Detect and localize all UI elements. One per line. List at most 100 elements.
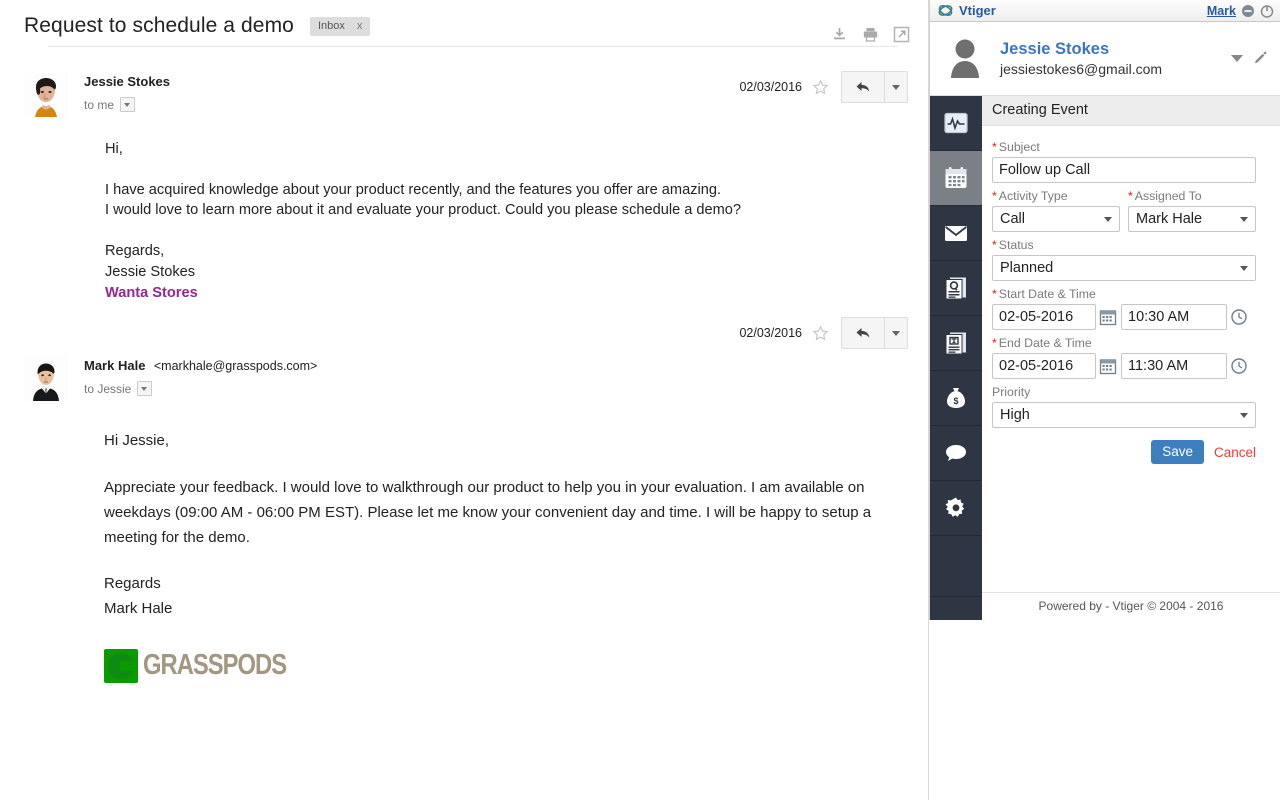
sidebar-item-documents[interactable] bbox=[930, 316, 982, 371]
more-options-button[interactable] bbox=[885, 318, 907, 348]
download-icon[interactable] bbox=[831, 26, 848, 43]
recipient-text: to me bbox=[84, 97, 115, 112]
reply-button[interactable] bbox=[842, 318, 884, 348]
label-text: Inbox bbox=[317, 19, 345, 32]
sidebar-item-settings[interactable] bbox=[930, 481, 982, 536]
remove-label-icon[interactable]: x bbox=[357, 20, 363, 32]
greeting: Hi Jessie, bbox=[104, 432, 170, 450]
sender-name: Mark Hale bbox=[84, 358, 146, 374]
message-2: Mark Hale <markhale@grasspods.com> to Je… bbox=[0, 303, 928, 689]
recipient-line[interactable]: to me bbox=[84, 97, 170, 112]
subject-input[interactable] bbox=[992, 157, 1256, 183]
vtiger-footer: Powered by - Vtiger © 2004 - 2016 bbox=[982, 592, 1280, 620]
clock-icon[interactable] bbox=[1230, 308, 1248, 326]
calendar-icon[interactable] bbox=[1099, 357, 1117, 375]
label-text: Subject bbox=[998, 140, 1040, 154]
message-actions: 02/03/2016 bbox=[739, 71, 908, 103]
clock-icon[interactable] bbox=[1230, 357, 1248, 375]
contact-name: Jessie Stokes bbox=[1000, 40, 1110, 59]
reply-button-group bbox=[841, 71, 908, 103]
edit-pencil-icon[interactable] bbox=[1253, 51, 1268, 66]
grasspods-logo-icon bbox=[104, 648, 138, 683]
message-date: 02/03/2016 bbox=[739, 80, 802, 94]
screen: Request to schedule a demo Inbox x Jessi… bbox=[0, 0, 1280, 800]
section-title: Creating Event bbox=[982, 96, 1280, 126]
activity-type-label: * Activity Type bbox=[992, 189, 1120, 203]
calendar-icon[interactable] bbox=[1099, 308, 1117, 326]
priority-select[interactable]: High bbox=[992, 402, 1256, 428]
message-actions: 02/03/2016 bbox=[739, 317, 908, 350]
sender-email: <markhale@grasspods.com> bbox=[153, 359, 318, 374]
assigned-to-select[interactable]: Mark Hale bbox=[1128, 206, 1256, 232]
sidebar-item-money-bag[interactable]: $ bbox=[930, 371, 982, 426]
required-marker: * bbox=[992, 238, 997, 252]
selected-value: Planned bbox=[1000, 260, 1054, 276]
end-time-input[interactable] bbox=[1121, 353, 1227, 379]
chevron-down-icon[interactable] bbox=[1231, 55, 1243, 62]
company-logo: GRASSPODS bbox=[104, 642, 888, 690]
sidebar-item-activity[interactable] bbox=[930, 96, 982, 151]
cancel-button[interactable]: Cancel bbox=[1214, 445, 1256, 460]
email-header: Request to schedule a demo Inbox x bbox=[0, 0, 928, 57]
minimize-icon[interactable] bbox=[1241, 4, 1255, 18]
end-date-input[interactable] bbox=[992, 353, 1096, 379]
recipient-text: to Jessie bbox=[84, 381, 132, 396]
required-marker: * bbox=[992, 336, 997, 350]
chevron-down-icon[interactable] bbox=[137, 381, 153, 397]
sidebar-item-calendar[interactable] bbox=[930, 151, 982, 206]
paragraph-1: I have acquired knowledge about your pro… bbox=[105, 181, 722, 198]
start-date-input[interactable] bbox=[992, 304, 1096, 330]
signature-name: Mark Hale bbox=[104, 600, 173, 618]
assigned-to-label: * Assigned To bbox=[1128, 189, 1256, 203]
reply-button[interactable] bbox=[842, 72, 884, 102]
recipient-line[interactable]: to Jessie bbox=[84, 381, 317, 397]
sidebar-item-mail[interactable] bbox=[930, 206, 982, 261]
vtiger-sidebar: $ bbox=[930, 96, 982, 620]
form-actions: Save Cancel bbox=[992, 440, 1256, 464]
vtiger-widget: Vtiger Mark Jessie Stokes jessiestokes6@… bbox=[929, 0, 1280, 620]
sidebar-item-comment[interactable] bbox=[930, 426, 982, 481]
status-label: * Status bbox=[992, 238, 1256, 252]
required-marker: * bbox=[992, 287, 997, 301]
selected-value: Mark Hale bbox=[1136, 211, 1203, 227]
vtiger-titlebar: Vtiger Mark bbox=[930, 0, 1280, 22]
required-marker: * bbox=[1128, 189, 1133, 203]
save-button[interactable]: Save bbox=[1151, 440, 1204, 464]
power-icon[interactable] bbox=[1260, 4, 1274, 18]
svg-text:$: $ bbox=[953, 396, 958, 406]
inbox-label-chip[interactable]: Inbox x bbox=[309, 16, 371, 36]
priority-label: Priority bbox=[992, 385, 1031, 399]
paragraph-1: Appreciate your feedback. I would love t… bbox=[104, 479, 872, 546]
open-in-new-window-icon[interactable] bbox=[893, 26, 910, 43]
star-icon[interactable] bbox=[812, 325, 829, 342]
chevron-down-icon[interactable] bbox=[120, 97, 136, 112]
print-icon[interactable] bbox=[862, 26, 879, 43]
email-pane: Request to schedule a demo Inbox x Jessi… bbox=[0, 0, 929, 800]
start-time-input[interactable] bbox=[1121, 304, 1227, 330]
message-date: 02/03/2016 bbox=[739, 326, 802, 341]
event-form: *Subject *Activity Type Call bbox=[982, 126, 1280, 592]
signature-name: Jessie Stokes bbox=[105, 263, 196, 280]
label-text: End Date & Time bbox=[998, 336, 1092, 350]
subject-label: * Subject bbox=[992, 140, 1256, 154]
sidebar-item-contacts[interactable] bbox=[930, 261, 982, 316]
sender-name: Jessie Stokes bbox=[84, 74, 171, 89]
avatar bbox=[24, 73, 68, 117]
sender-info: Jessie Stokes to me bbox=[84, 71, 170, 112]
selected-value: High bbox=[1000, 407, 1030, 423]
contact-email: jessiestokes6@gmail.com bbox=[1000, 60, 1163, 77]
sender-info: Mark Hale <markhale@grasspods.com> to Je… bbox=[84, 355, 318, 397]
page-title: Request to schedule a demo bbox=[24, 14, 294, 37]
vtiger-panel-content: Creating Event *Subject *Activity Type C… bbox=[982, 96, 1280, 620]
greeting: Hi, bbox=[105, 141, 123, 157]
status-select[interactable]: Planned bbox=[992, 255, 1256, 281]
star-icon[interactable] bbox=[812, 78, 829, 96]
company-logo-text: GRASSPODS bbox=[143, 648, 287, 681]
message-body: Hi Jessie, Appreciate your feedback. I w… bbox=[24, 401, 908, 689]
activity-type-select[interactable]: Call bbox=[992, 206, 1120, 232]
vtiger-logo-icon bbox=[938, 3, 953, 18]
more-options-button[interactable] bbox=[885, 72, 907, 102]
start-datetime-label: * Start Date & Time bbox=[992, 287, 1256, 301]
vtiger-user-link[interactable]: Mark bbox=[1207, 4, 1236, 18]
end-datetime-label: * End Date & Time bbox=[992, 336, 1256, 350]
